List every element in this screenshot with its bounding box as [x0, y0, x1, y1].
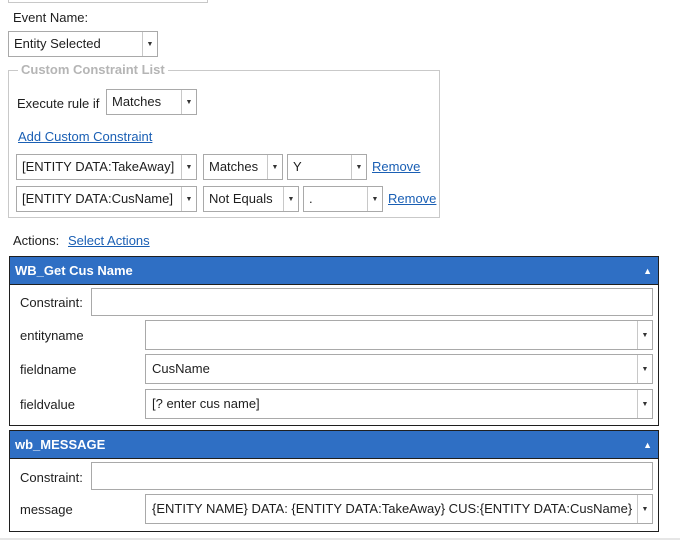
fieldvalue-dropdown[interactable]: [? enter cus name] ▼: [145, 389, 653, 419]
constraint-input[interactable]: [91, 462, 653, 490]
action-panel-header[interactable]: WB_Get Cus Name ▲: [10, 257, 658, 285]
constraint-label: Constraint:: [20, 470, 83, 485]
constraint-field-dropdown[interactable]: [ENTITY DATA:TakeAway] ▼: [16, 154, 197, 180]
chevron-down-icon[interactable]: ▼: [181, 90, 196, 114]
constraint-operator-dropdown[interactable]: Matches ▼: [203, 154, 283, 180]
event-name-value: Entity Selected: [14, 36, 101, 51]
constraint-label: Constraint:: [20, 295, 83, 310]
fieldvalue-value: [? enter cus name]: [152, 396, 260, 411]
constraint-value: Y: [293, 159, 302, 174]
chevron-down-icon[interactable]: ▼: [142, 32, 157, 56]
chevron-down-icon[interactable]: ▼: [637, 390, 652, 418]
collapse-up-icon[interactable]: ▲: [643, 440, 652, 450]
fieldname-value: CusName: [152, 361, 210, 376]
chevron-down-icon[interactable]: ▼: [367, 187, 382, 211]
message-value: {ENTITY NAME} DATA: {ENTITY DATA:TakeAwa…: [152, 501, 633, 516]
chevron-down-icon[interactable]: ▼: [637, 321, 652, 349]
chevron-down-icon[interactable]: ▼: [637, 355, 652, 383]
action-panel-title: wb_MESSAGE: [15, 437, 106, 452]
custom-constraint-legend: Custom Constraint List: [18, 62, 168, 77]
action-panel-title: WB_Get Cus Name: [15, 263, 133, 278]
remove-constraint-link[interactable]: Remove: [372, 159, 420, 174]
event-name-label: Event Name:: [13, 10, 89, 25]
entityname-dropdown[interactable]: ▼: [145, 320, 653, 350]
constraint-value-dropdown[interactable]: Y ▼: [287, 154, 367, 180]
entityname-label: entityname: [20, 328, 84, 343]
chevron-down-icon[interactable]: ▼: [351, 155, 366, 179]
constraint-operator-value: Matches: [209, 159, 259, 174]
entityname-value: [146, 321, 637, 349]
action-panel-header[interactable]: wb_MESSAGE ▲: [10, 431, 658, 459]
execute-rule-value: Matches: [112, 94, 162, 109]
chevron-down-icon[interactable]: ▼: [637, 495, 652, 523]
fieldname-dropdown[interactable]: CusName ▼: [145, 354, 653, 384]
constraint-operator-dropdown[interactable]: Not Equals ▼: [203, 186, 299, 212]
constraint-input[interactable]: [91, 288, 653, 316]
constraint-value-dropdown[interactable]: . ▼: [303, 186, 383, 212]
execute-rule-label: Execute rule if: [17, 96, 100, 111]
chevron-down-icon[interactable]: ▼: [181, 187, 196, 211]
constraint-operator-value: Not Equals: [209, 191, 273, 206]
remove-constraint-link[interactable]: Remove: [388, 191, 436, 206]
chevron-down-icon[interactable]: ▼: [181, 155, 196, 179]
constraint-field-value: [ENTITY DATA:TakeAway]: [22, 159, 175, 174]
actions-label: Actions:: [13, 233, 60, 248]
event-name-dropdown[interactable]: Entity Selected ▼: [8, 31, 158, 57]
execute-rule-dropdown[interactable]: Matches ▼: [106, 89, 197, 115]
fieldname-label: fieldname: [20, 362, 77, 377]
collapse-up-icon[interactable]: ▲: [643, 266, 652, 276]
message-label: message: [20, 502, 73, 517]
constraint-field-dropdown[interactable]: [ENTITY DATA:CusName] ▼: [16, 186, 197, 212]
add-custom-constraint-link[interactable]: Add Custom Constraint: [18, 129, 152, 144]
select-actions-link[interactable]: Select Actions: [68, 233, 150, 248]
constraint-value: .: [309, 191, 313, 206]
message-dropdown[interactable]: {ENTITY NAME} DATA: {ENTITY DATA:TakeAwa…: [145, 494, 653, 524]
chevron-down-icon[interactable]: ▼: [267, 155, 282, 179]
constraint-field-value: [ENTITY DATA:CusName]: [22, 191, 173, 206]
fieldvalue-label: fieldvalue: [20, 397, 75, 412]
chevron-down-icon[interactable]: ▼: [283, 187, 298, 211]
previous-field-edge: [8, 0, 208, 3]
